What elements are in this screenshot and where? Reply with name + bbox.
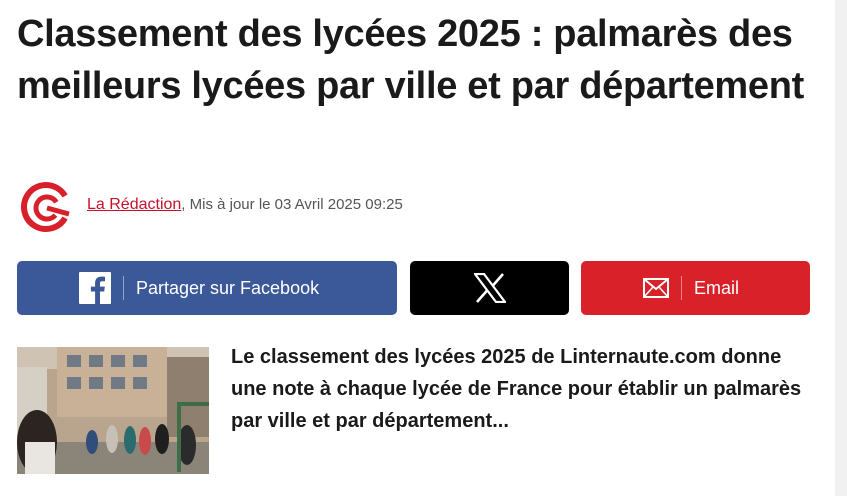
separator [123, 276, 124, 300]
linternaute-logo-icon [20, 182, 71, 232]
updated-date: , Mis à jour le 03 Avril 2025 09:25 [181, 196, 403, 213]
author-link[interactable]: La Rédaction [87, 196, 181, 213]
facebook-icon [79, 272, 111, 304]
article-header: Classement des lycées 2025 : palmarès de… [17, 0, 817, 474]
separator [681, 276, 682, 300]
share-x-button[interactable] [410, 261, 569, 315]
share-facebook-label: Partager sur Facebook [136, 277, 320, 298]
byline: La Rédaction, Mis à jour le 03 Avril 202… [17, 178, 403, 236]
article-thumbnail[interactable] [17, 347, 209, 474]
share-email-button[interactable]: Email [581, 261, 810, 315]
envelope-icon [643, 278, 669, 298]
x-icon [473, 273, 506, 303]
article-lede[interactable]: Le classement des lycées 2025 de Lintern… [231, 341, 811, 474]
byline-text: La Rédaction, Mis à jour le 03 Avril 202… [87, 196, 403, 214]
share-facebook-button[interactable]: Partager sur Facebook [17, 261, 397, 315]
article-teaser: Le classement des lycées 2025 de Lintern… [17, 346, 811, 474]
share-bar: Partager sur Facebook Email [17, 261, 810, 315]
share-email-label: Email [694, 277, 740, 298]
page-title: Classement des lycées 2025 : palmarès de… [17, 13, 804, 107]
scrollbar-track[interactable] [835, 0, 847, 496]
